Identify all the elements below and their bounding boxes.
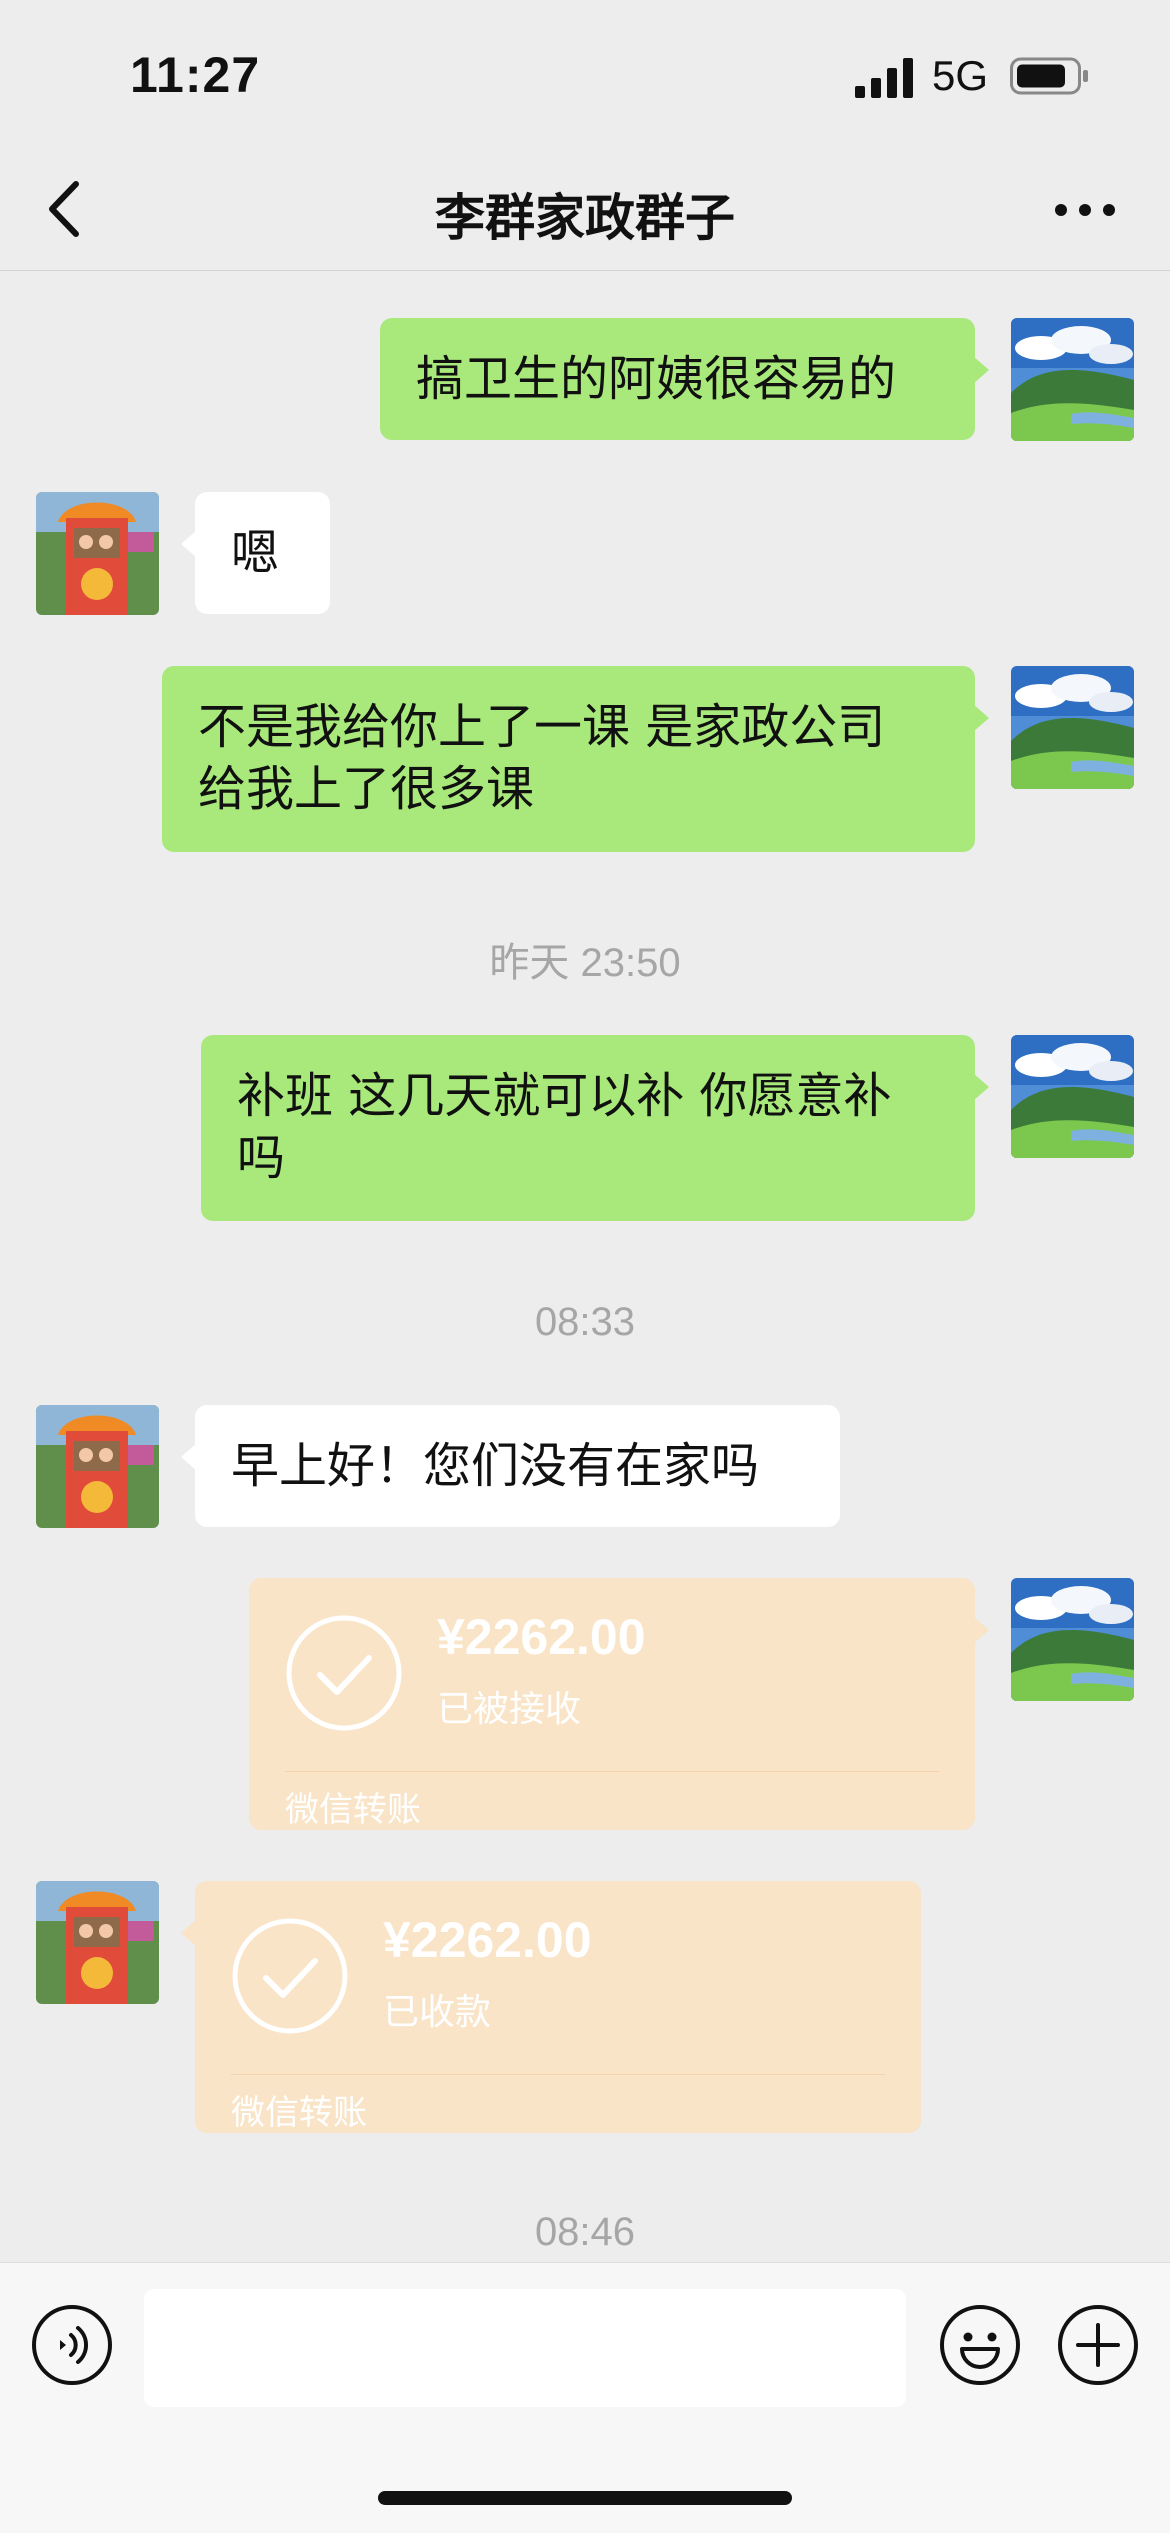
message-text: 搞卫生的阿姨很容易的 bbox=[416, 351, 897, 407]
emoji-icon[interactable] bbox=[938, 2303, 1022, 2387]
transfer-divider bbox=[285, 1771, 939, 1772]
battery-icon bbox=[1010, 57, 1088, 95]
transfer-status: 已收款 bbox=[383, 1992, 492, 2033]
message-text: 给我上了很多课 bbox=[198, 761, 535, 817]
plus-icon[interactable] bbox=[1056, 2303, 1140, 2387]
home-indicator[interactable] bbox=[378, 2491, 792, 2505]
check-circle-icon bbox=[232, 1918, 348, 2034]
chat-timestamp: 08:33 bbox=[534, 1300, 636, 1344]
status-time: 11:27 bbox=[130, 47, 261, 103]
message-input[interactable] bbox=[144, 2289, 906, 2407]
transfer-card-mine[interactable]: ¥2262.00 已被接收 微信转账 bbox=[249, 1578, 989, 1830]
message-text: 补班 这几天就可以补 你愿意补 bbox=[237, 1068, 892, 1124]
transfer-label: 微信转账 bbox=[231, 2093, 367, 2133]
my-avatar[interactable] bbox=[1011, 1035, 1134, 1158]
contact-avatar[interactable] bbox=[36, 1881, 159, 2004]
chat-timestamp: 08:46 bbox=[534, 2210, 636, 2254]
message-text: 早上好！您们没有在家吗 bbox=[231, 1438, 760, 1494]
chat-timestamp: 昨天 23:50 bbox=[489, 941, 681, 985]
chat-title: 李群家政群子 bbox=[435, 189, 735, 247]
my-avatar[interactable] bbox=[1011, 666, 1134, 789]
signal-icon bbox=[855, 58, 913, 98]
transfer-amount: ¥2262.00 bbox=[437, 1609, 646, 1665]
message-input-bar bbox=[0, 2262, 1170, 2533]
message-bubble-mine[interactable]: 搞卫生的阿姨很容易的 bbox=[380, 318, 989, 440]
transfer-status: 已被接收 bbox=[437, 1689, 582, 1730]
message-bubble-other[interactable]: 嗯 bbox=[181, 492, 330, 614]
transfer-label: 微信转账 bbox=[285, 1790, 421, 1830]
transfer-card-other[interactable]: ¥2262.00 已收款 微信转账 bbox=[181, 1881, 921, 2133]
more-dots-icon[interactable] bbox=[1050, 190, 1120, 230]
my-avatar[interactable] bbox=[1011, 1578, 1134, 1701]
check-circle-icon bbox=[286, 1615, 402, 1731]
status-bar: 11:27 5G bbox=[0, 0, 1170, 150]
network-type: 5G bbox=[932, 52, 989, 99]
transfer-divider bbox=[231, 2074, 885, 2075]
message-bubble-mine[interactable]: 不是我给你上了一课 是家政公司 给我上了很多课 bbox=[162, 666, 989, 852]
message-text: 不是我给你上了一课 是家政公司 bbox=[198, 699, 886, 755]
message-bubble-mine[interactable]: 补班 这几天就可以补 你愿意补 吗 bbox=[201, 1035, 989, 1221]
contact-avatar[interactable] bbox=[36, 492, 159, 615]
my-avatar[interactable] bbox=[1011, 318, 1134, 441]
message-text: 吗 bbox=[237, 1130, 286, 1186]
chat-header: 李群家政群子 bbox=[0, 150, 1170, 271]
voice-icon[interactable] bbox=[30, 2303, 114, 2387]
message-bubble-other[interactable]: 早上好！您们没有在家吗 bbox=[181, 1405, 840, 1527]
contact-avatar[interactable] bbox=[36, 1405, 159, 1528]
message-text: 嗯 bbox=[231, 525, 280, 581]
transfer-amount: ¥2262.00 bbox=[383, 1912, 592, 1968]
